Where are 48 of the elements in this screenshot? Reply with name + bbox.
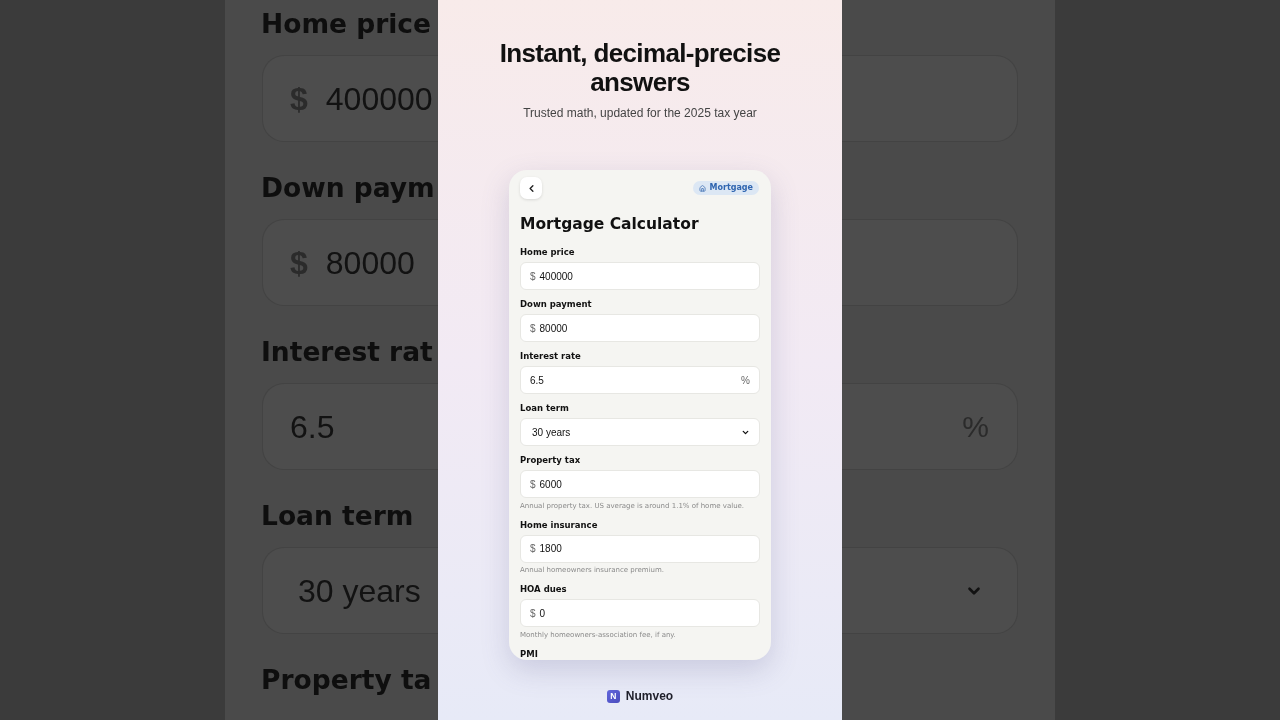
input-field[interactable]: $ 400000 bbox=[520, 262, 760, 290]
field-label: Home price bbox=[261, 9, 432, 39]
field-label: PMI bbox=[520, 648, 539, 659]
field-label: Home insurance bbox=[520, 519, 599, 530]
currency-symbol: $ bbox=[530, 606, 536, 621]
field-value: 30 years bbox=[532, 425, 571, 440]
currency-symbol: $ bbox=[530, 321, 536, 336]
category-name: Mortgage bbox=[709, 183, 753, 193]
input-field[interactable]: $ 80000 bbox=[520, 314, 760, 342]
input-field[interactable]: $ 6000 bbox=[520, 470, 760, 498]
field-label: Home price bbox=[520, 247, 576, 257]
field-value: 6.5 bbox=[290, 410, 335, 443]
field-label: Interest rat bbox=[261, 337, 434, 367]
field-label: Down payment bbox=[520, 299, 593, 309]
field-label: Loan term bbox=[261, 501, 415, 531]
currency-symbol: $ bbox=[530, 269, 536, 284]
currency-symbol: $ bbox=[290, 82, 308, 115]
currency-symbol: $ bbox=[290, 246, 308, 279]
input-field[interactable]: $ 1800 bbox=[520, 534, 760, 563]
field-value: 400000 bbox=[325, 82, 433, 115]
input-field[interactable]: $ 0 bbox=[520, 599, 760, 627]
input-field[interactable]: 6.5 % bbox=[520, 366, 760, 394]
field-label: Loan term bbox=[520, 403, 570, 413]
field-value: 80000 bbox=[325, 246, 415, 279]
unit-suffix: % bbox=[962, 411, 989, 442]
select-field[interactable]: 30 years bbox=[520, 418, 760, 446]
unit-suffix: % bbox=[741, 373, 750, 388]
field-label: Interest rate bbox=[520, 351, 582, 361]
brand-name: Numveo bbox=[625, 688, 674, 704]
house-icon bbox=[699, 184, 707, 192]
currency-symbol: $ bbox=[530, 477, 536, 492]
subtitle: Trusted math, updated for the 2025 tax year bbox=[523, 105, 757, 121]
logo-mark: N bbox=[606, 689, 620, 703]
field-label: HOA dues bbox=[520, 584, 568, 594]
field-value: 0 bbox=[539, 606, 546, 621]
headline: Instant, decimal-precise answers bbox=[498, 39, 782, 97]
page-title: Mortgage Calculator bbox=[520, 214, 700, 234]
field-value: 80000 bbox=[539, 321, 568, 336]
currency-symbol: $ bbox=[530, 542, 536, 556]
field-value: 6.5 bbox=[530, 373, 544, 388]
field-value: 6000 bbox=[539, 477, 562, 492]
back-button[interactable] bbox=[520, 177, 542, 199]
field-label: Property tax bbox=[520, 455, 582, 465]
field-label: Property ta bbox=[261, 665, 433, 695]
field-value: 400000 bbox=[539, 269, 573, 284]
field-value: 1800 bbox=[539, 542, 562, 556]
field-label: Down paym bbox=[261, 173, 436, 203]
field-value: 30 years bbox=[298, 574, 421, 607]
